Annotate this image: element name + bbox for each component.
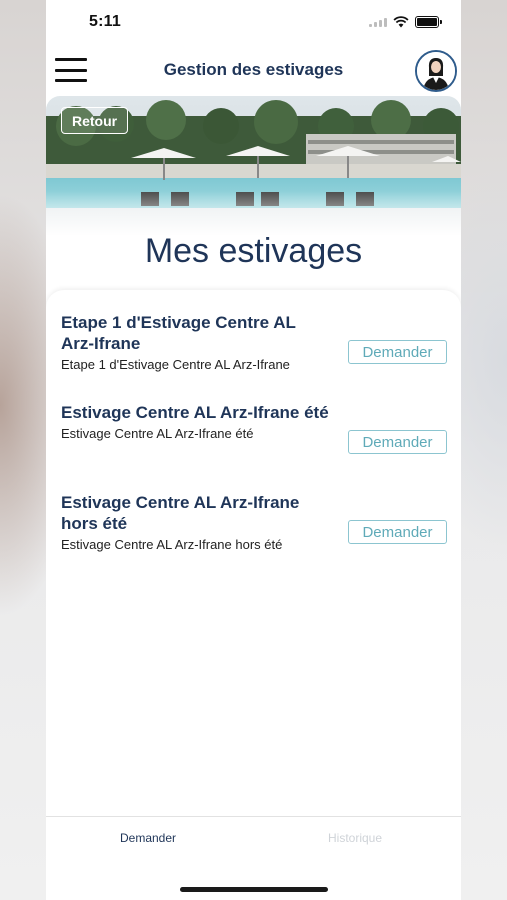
status-bar: 5:11 xyxy=(46,0,461,44)
item-title: Etape 1 d'Estivage Centre AL Arz-Ifrane xyxy=(61,313,296,353)
battery-icon xyxy=(415,16,442,28)
status-icons xyxy=(369,16,442,28)
hero-banner: Retour xyxy=(46,96,461,236)
tab-historique[interactable]: Historique xyxy=(328,831,382,845)
app-screen: 5:11 Gestion des estivages Retour Mes es… xyxy=(46,0,461,900)
menu-button[interactable] xyxy=(55,58,87,82)
tab-demander[interactable]: Demander xyxy=(120,831,176,845)
item-title: Estivage Centre AL Arz-Ifrane hors été xyxy=(61,493,300,533)
list-item: Estivage Centre AL Arz-Ifrane été Estiva… xyxy=(61,402,447,474)
header-title: Gestion des estivages xyxy=(163,60,344,79)
status-time: 5:11 xyxy=(89,13,121,30)
user-avatar-icon xyxy=(417,52,455,90)
menu-icon-line xyxy=(55,79,87,82)
list-item: Etape 1 d'Estivage Centre AL Arz-Ifrane … xyxy=(61,312,447,384)
nav-bar: Gestion des estivages xyxy=(46,44,461,96)
estivage-list: Etape 1 d'Estivage Centre AL Arz-Ifrane … xyxy=(46,290,461,816)
demander-button[interactable]: Demander xyxy=(348,520,447,544)
home-indicator xyxy=(180,887,328,892)
menu-icon-line xyxy=(55,68,87,72)
demander-button[interactable]: Demander xyxy=(348,340,447,364)
item-title: Estivage Centre AL Arz-Ifrane été xyxy=(61,403,329,422)
signal-icon xyxy=(369,17,387,27)
back-button[interactable]: Retour xyxy=(61,107,129,134)
menu-icon-line xyxy=(55,58,87,61)
tab-bar: Demander Historique xyxy=(46,816,461,900)
list-item: Estivage Centre AL Arz-Ifrane hors été E… xyxy=(61,492,447,564)
demander-button[interactable]: Demander xyxy=(348,430,447,454)
wifi-icon xyxy=(393,16,409,28)
page-title: Mes estivages xyxy=(144,232,363,270)
avatar[interactable] xyxy=(415,50,457,92)
